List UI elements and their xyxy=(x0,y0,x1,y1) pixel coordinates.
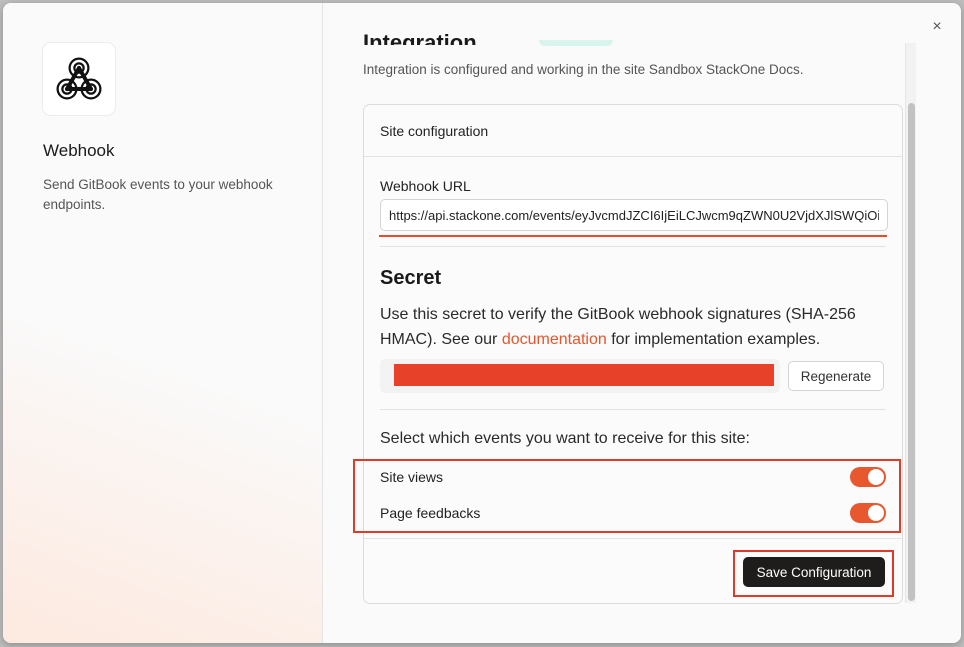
annotation-box-events xyxy=(353,459,901,533)
card-footer-divider xyxy=(364,538,902,539)
integration-sidebar: Webhook Send GitBook events to your webh… xyxy=(3,3,323,643)
scrollbar-track xyxy=(905,43,906,603)
divider xyxy=(380,246,886,247)
secret-desc-end: for implementation examples. xyxy=(606,331,821,348)
regenerate-button[interactable]: Regenerate xyxy=(788,361,884,391)
webhook-url-label: Webhook URL xyxy=(380,178,471,194)
integration-description: Send GitBook events to your webhook endp… xyxy=(43,177,273,212)
webhook-url-input[interactable] xyxy=(380,199,888,231)
card-title: Site configuration xyxy=(364,105,902,157)
close-icon[interactable]: × xyxy=(927,17,947,37)
secret-description: Use this secret to verify the GitBook we… xyxy=(380,302,890,352)
annotation-box-save xyxy=(733,550,894,597)
divider xyxy=(380,409,886,410)
integration-status-text: Integration is configured and working in… xyxy=(363,62,804,77)
configuration-pane: Integration Integration is configured an… xyxy=(323,3,916,643)
secret-redaction xyxy=(394,364,774,386)
section-heading: Integration xyxy=(363,30,477,45)
site-configuration-card: Site configuration Webhook URL Secret Us… xyxy=(353,104,903,604)
events-prompt: Select which events you want to receive … xyxy=(380,430,750,447)
annotation-underline xyxy=(379,235,887,237)
scrollbar[interactable] xyxy=(905,43,916,603)
integration-dialog: Webhook Send GitBook events to your webh… xyxy=(3,3,961,643)
webhook-icon xyxy=(56,57,102,100)
integration-logo xyxy=(43,43,115,115)
status-badge xyxy=(539,40,613,46)
secret-title: Secret xyxy=(380,267,442,289)
scrollbar-thumb[interactable] xyxy=(908,103,915,601)
documentation-link[interactable]: documentation xyxy=(502,331,607,348)
integration-name: Webhook xyxy=(43,141,115,160)
